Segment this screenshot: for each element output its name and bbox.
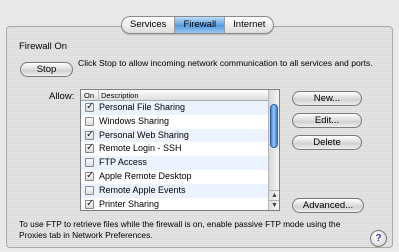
list-item[interactable]: Remote Login - SSH — [81, 142, 269, 156]
delete-button[interactable]: Delete — [292, 135, 362, 150]
list-item[interactable]: Windows Sharing — [81, 115, 269, 129]
service-label: Remote Apple Events — [99, 184, 186, 195]
list-item[interactable]: Personal File Sharing — [81, 101, 269, 115]
service-checkbox-checked[interactable] — [85, 129, 94, 140]
service-label: Remote Login - SSH — [99, 143, 182, 154]
list-item[interactable]: FTP Access — [81, 156, 269, 170]
edit-button[interactable]: Edit... — [292, 113, 362, 128]
service-label: FTP Access — [99, 157, 147, 168]
service-checkbox-checked[interactable] — [85, 101, 94, 112]
help-icon[interactable]: ? — [370, 230, 387, 247]
allow-label: Allow: — [49, 91, 75, 102]
service-label: Personal Web Sharing — [99, 129, 189, 140]
ftp-note: To use FTP to retrieve files while the f… — [19, 219, 341, 240]
stop-button[interactable]: Stop — [20, 62, 73, 77]
service-label: Printer Sharing — [99, 198, 160, 209]
tab-internet[interactable]: Internet — [225, 17, 273, 33]
arrow-down-icon[interactable]: ▼ — [269, 200, 279, 210]
list-header: On Description — [81, 90, 269, 101]
column-header-on[interactable]: On — [84, 90, 94, 101]
service-label: Apple Remote Desktop — [99, 170, 192, 181]
column-header-description[interactable]: Description — [98, 90, 139, 101]
list-item[interactable]: Personal Web Sharing — [81, 128, 269, 143]
list-rows: Personal File Sharing Windows Sharing Pe… — [81, 101, 269, 210]
new-button[interactable]: New... — [292, 91, 362, 106]
service-label: Personal File Sharing — [99, 102, 186, 112]
list-item[interactable]: Printer Sharing — [81, 198, 269, 210]
service-checkbox-checked[interactable] — [85, 170, 94, 181]
stop-description: Click Stop to allow incoming network com… — [78, 58, 373, 68]
tab-firewall[interactable]: Firewall — [175, 17, 226, 33]
list-item[interactable]: Remote Apple Events — [81, 183, 269, 198]
list-item[interactable]: Apple Remote Desktop — [81, 170, 269, 184]
service-checkbox-checked[interactable] — [85, 198, 94, 209]
tab-bar: Services Firewall Internet — [121, 16, 275, 34]
arrow-up-icon[interactable]: ▲ — [269, 190, 279, 200]
service-checkbox[interactable] — [85, 158, 94, 168]
tab-services[interactable]: Services — [122, 17, 176, 33]
service-checkbox-checked[interactable] — [85, 142, 94, 154]
firewall-status: Firewall On — [19, 41, 68, 52]
scroll-thumb[interactable] — [270, 104, 278, 148]
list-scrollbar[interactable]: ▲ ▼ — [268, 90, 279, 210]
service-checkbox[interactable] — [85, 185, 94, 195]
services-list[interactable]: On Description Personal File Sharing Win… — [80, 89, 280, 211]
service-checkbox[interactable] — [85, 116, 94, 126]
sharing-preferences-pane: Services Firewall Internet Firewall On S… — [0, 0, 399, 252]
service-label: Windows Sharing — [99, 115, 170, 126]
advanced-button[interactable]: Advanced... — [292, 198, 364, 213]
